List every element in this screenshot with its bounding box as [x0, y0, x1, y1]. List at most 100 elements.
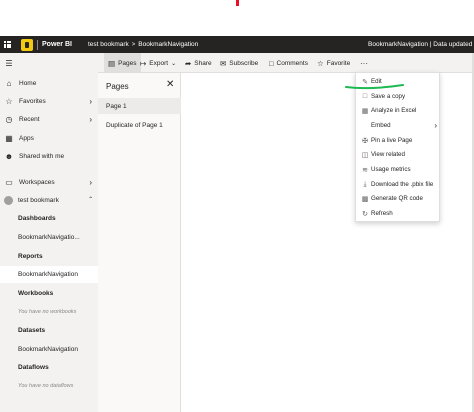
more-options-menu: ✎ Edit □ Save a copy ▦ Analyze in Excel … — [355, 72, 440, 222]
export-button-label: Export — [149, 59, 169, 67]
app-name: Power BI — [42, 41, 72, 48]
report-item[interactable]: BookmarkNavigation — [18, 271, 78, 278]
close-icon[interactable]: ✕ — [166, 79, 174, 90]
nav-shared-label: Shared with me — [19, 152, 65, 160]
no-workbooks-message: You have no workbooks — [18, 309, 77, 315]
chevron-up-icon: ˆ — [89, 195, 92, 205]
top-bar: Power BI test bookmark > BookmarkNavigat… — [0, 36, 474, 53]
nav-shared[interactable]: ☻ Shared with me — [0, 147, 98, 165]
page-tab-duplicate[interactable]: Duplicate of Page 1 — [98, 117, 181, 133]
home-icon: ⌂ — [6, 78, 12, 88]
menu-refresh-label: Refresh — [371, 210, 393, 217]
nav-workspaces-label: Workspaces — [19, 178, 55, 186]
hamburger-icon: ☰ — [5, 58, 13, 68]
favorite-button-label: Favorite — [326, 59, 351, 67]
nav-recent-label: Recent — [19, 115, 40, 123]
red-annotation-mark — [236, 0, 239, 6]
star-icon: ☆ — [5, 96, 13, 106]
nav-current-workspace-label: test bookmark — [18, 196, 59, 204]
page-tab-label: Duplicate of Page 1 — [106, 121, 163, 129]
qr-code-icon: ▩ — [361, 195, 369, 203]
menu-generate-qr[interactable]: ▩ Generate QR code — [356, 191, 441, 206]
nav-apps[interactable]: ▦ Apps — [0, 129, 98, 147]
comments-button-label: Comments — [276, 59, 308, 67]
pages-icon: ▤ — [108, 58, 116, 68]
apps-icon: ▦ — [5, 133, 13, 143]
share-button[interactable]: ➦ Share — [185, 53, 212, 73]
menu-pin-live-label: Pin a live Page — [371, 137, 413, 144]
pages-pane-title: Pages — [106, 82, 129, 91]
comment-icon: □ — [269, 58, 274, 68]
pin-icon: ✠ — [362, 137, 368, 145]
dashboards-header: Dashboards — [18, 215, 56, 222]
pages-pane: Pages ✕ Page 1 Duplicate of Page 1 — [98, 73, 181, 412]
comments-button[interactable]: □ Comments — [269, 53, 308, 73]
shared-user-icon: ☻ — [4, 151, 14, 161]
workbooks-header: Workbooks — [18, 290, 54, 297]
nav-current-workspace[interactable]: test bookmark ˆ — [0, 191, 98, 209]
menu-usage-metrics[interactable]: ≋ Usage metrics — [356, 162, 441, 177]
page-tab-label: Page 1 — [106, 102, 127, 110]
breadcrumb-workspace[interactable]: test bookmark — [88, 41, 129, 48]
nav-home-label: Home — [19, 79, 37, 87]
clock-icon: ◷ — [5, 114, 13, 124]
subscribe-button[interactable]: ✉ Subscribe — [220, 53, 258, 73]
reports-header: Reports — [18, 253, 43, 260]
menu-view-related[interactable]: ◫ View related — [356, 147, 441, 162]
dataflows-header: Dataflows — [18, 364, 49, 371]
waffle-icon — [4, 41, 11, 48]
workspace-avatar-icon — [4, 195, 13, 205]
dataset-item[interactable]: BookmarkNavigation — [18, 346, 78, 353]
nav-collapse-button[interactable]: ☰ — [0, 54, 98, 72]
menu-pin-live[interactable]: ✠ Pin a live Page — [356, 133, 441, 148]
menu-download-pbix[interactable]: ⤓ Download the .pbix file — [356, 177, 441, 192]
menu-analyze-excel-label: Analyze in Excel — [371, 107, 417, 114]
nav-favorites-label: Favorites — [19, 97, 46, 105]
report-title-status: BookmarkNavigation | Data updated — [368, 41, 473, 48]
app-launcher-button[interactable] — [0, 36, 15, 53]
nav-workspaces[interactable]: ▭ Workspaces › — [0, 173, 98, 191]
chevron-right-icon: › — [89, 114, 92, 124]
download-icon: ⤓ — [363, 180, 367, 188]
export-button[interactable]: ↦ Export ⌄ — [140, 53, 176, 73]
related-icon: ◫ — [361, 151, 369, 159]
pages-button-label: Pages — [118, 59, 137, 67]
excel-icon: ▦ — [361, 107, 369, 115]
share-icon: ➦ — [185, 58, 192, 68]
more-options-button[interactable]: ··· — [360, 53, 368, 73]
menu-generate-qr-label: Generate QR code — [371, 195, 423, 202]
workspaces-icon: ▭ — [5, 177, 13, 187]
divider — [37, 39, 38, 50]
power-bi-logo-icon — [21, 38, 33, 51]
breadcrumb-report[interactable]: BookmarkNavigation — [138, 41, 198, 48]
mail-icon: ✉ — [220, 58, 227, 68]
menu-analyze-excel[interactable]: ▦ Analyze in Excel — [356, 103, 441, 118]
nav-recent[interactable]: ◷ Recent › — [0, 110, 98, 128]
pages-button[interactable]: ▤ Pages — [104, 53, 141, 73]
nav-apps-label: Apps — [19, 134, 34, 142]
nav-home[interactable]: ⌂ Home — [0, 74, 98, 92]
save-copy-icon: □ — [362, 93, 368, 100]
menu-usage-metrics-label: Usage metrics — [371, 166, 411, 173]
menu-embed[interactable]: Embed › — [356, 118, 441, 133]
menu-save-copy[interactable]: □ Save a copy — [356, 89, 441, 104]
menu-save-copy-label: Save a copy — [371, 93, 406, 100]
breadcrumb-chevron-icon: > — [131, 41, 136, 48]
chevron-down-icon: ⌄ — [171, 60, 177, 67]
navigation-pane: ☰ ⌂ Home ☆ Favorites › ◷ Recent › ▦ Apps… — [0, 53, 98, 412]
green-annotation-underline — [345, 84, 404, 90]
export-arrow-icon: ↦ — [140, 58, 147, 68]
menu-refresh[interactable]: ↻ Refresh — [356, 206, 441, 221]
subscribe-button-label: Subscribe — [229, 59, 259, 67]
menu-embed-label: Embed — [371, 122, 391, 129]
dashboard-item[interactable]: BookmarkNavigatio... — [18, 234, 80, 241]
chevron-right-icon: › — [89, 96, 92, 106]
favorite-button[interactable]: ☆ Favorite — [317, 53, 350, 73]
no-dataflows-message: You have no dataflows — [18, 383, 74, 389]
share-button-label: Share — [194, 59, 212, 67]
menu-view-related-label: View related — [371, 151, 405, 158]
nav-favorites[interactable]: ☆ Favorites › — [0, 92, 98, 110]
more-options-icon: ··· — [360, 58, 368, 68]
metrics-icon: ≋ — [362, 166, 368, 174]
page-tab-page-1[interactable]: Page 1 — [98, 98, 181, 114]
